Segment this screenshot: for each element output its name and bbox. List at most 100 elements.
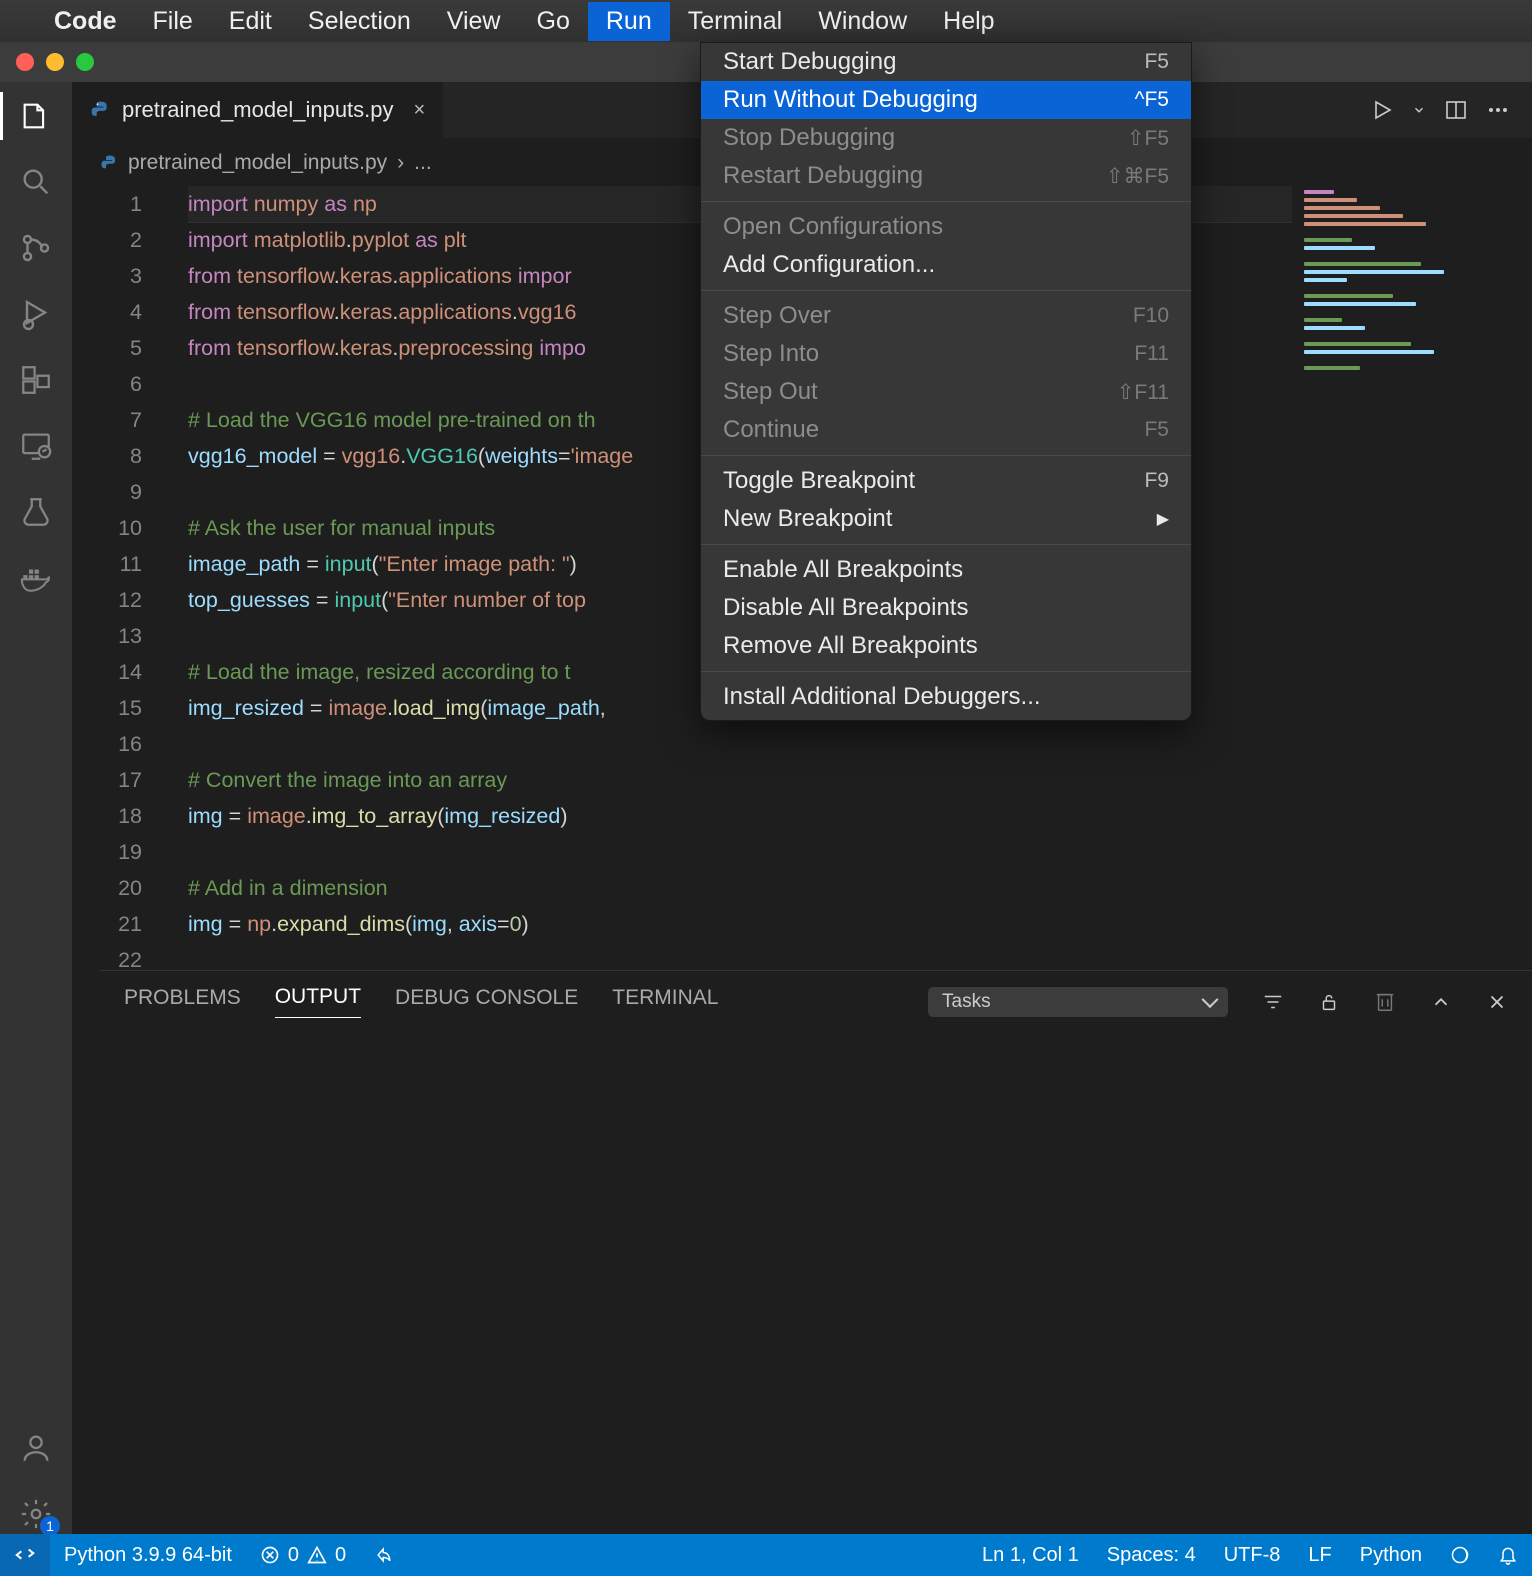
code-line[interactable] [188,726,1292,762]
panel-tab-output[interactable]: OUTPUT [275,985,361,1018]
encoding[interactable]: UTF-8 [1210,1544,1295,1567]
panel-maximize-icon[interactable] [1430,991,1452,1013]
menu-item-shortcut: ⇧F5 [1127,126,1169,151]
menu-item-label: Continue [723,416,819,444]
menu-item-add-configuration[interactable]: Add Configuration... [701,246,1191,284]
menu-item-start-debugging[interactable]: Start Debugging F5 [701,43,1191,81]
error-count: 0 [288,1544,299,1567]
line-number: 15 [100,690,142,726]
code-line[interactable]: img = np.expand_dims(img, axis=0) [188,906,1292,942]
menu-window[interactable]: Window [800,2,925,41]
extensions-icon[interactable] [16,360,56,400]
line-number: 3 [100,258,142,294]
menu-item-disable-all-breakpoints[interactable]: Disable All Breakpoints [701,589,1191,627]
lock-scroll-icon[interactable] [1318,991,1340,1013]
menu-selection[interactable]: Selection [290,2,429,41]
run-menu-dropdown: Start Debugging F5 Run Without Debugging^F… [700,42,1192,721]
minimap[interactable] [1304,186,1514,456]
traffic-minimize-icon[interactable] [46,53,64,71]
line-number: 11 [100,546,142,582]
python-file-icon [100,154,118,172]
menu-item-shortcut: F10 [1133,304,1169,328]
traffic-close-icon[interactable] [16,53,34,71]
menu-item-label: New Breakpoint [723,505,892,533]
code-line[interactable]: img = image.img_to_array(img_resized) [188,798,1292,834]
tab-close-icon[interactable]: × [414,99,426,122]
code-line[interactable]: # Add in a dimension [188,870,1292,906]
menu-item-run-without-debugging[interactable]: Run Without Debugging^F5 [701,81,1191,119]
menu-item-label: Stop Debugging [723,124,895,152]
live-share-icon[interactable] [360,1545,408,1565]
testing-icon[interactable] [16,492,56,532]
output-channel-dropdown[interactable]: Tasks [928,987,1228,1017]
run-debug-icon[interactable] [16,294,56,334]
menu-app[interactable]: Code [36,2,135,41]
panel-tab-debug-console[interactable]: DEBUG CONSOLE [395,986,578,1018]
accounts-icon[interactable] [16,1428,56,1468]
menu-view[interactable]: View [429,2,519,41]
menu-item-shortcut: F5 [1144,50,1169,74]
docker-icon[interactable] [16,558,56,598]
menu-item-shortcut: F5 [1144,418,1169,442]
python-interpreter[interactable]: Python 3.9.9 64-bit [50,1544,246,1567]
mac-menu-bar: Code File Edit Selection View Go Run Ter… [0,0,1532,42]
language-mode[interactable]: Python [1346,1544,1436,1567]
menu-item-new-breakpoint[interactable]: New Breakpoint▶ [701,500,1191,538]
line-number: 6 [100,366,142,402]
menu-terminal[interactable]: Terminal [670,2,800,41]
filter-icon[interactable] [1262,991,1284,1013]
code-line[interactable] [188,834,1292,870]
menu-item-toggle-breakpoint[interactable]: Toggle Breakpoint F9 [701,462,1191,500]
problems-status[interactable]: 0 0 [246,1544,360,1567]
breadcrumb-tail: ... [414,151,432,175]
panel-close-icon[interactable] [1486,991,1508,1013]
panel-tab-problems[interactable]: PROBLEMS [124,986,241,1018]
run-file-dropdown-icon[interactable] [1412,103,1426,117]
line-number: 20 [100,870,142,906]
menu-item-continue: Continue F5 [701,411,1191,449]
menu-item-label: Start Debugging [723,48,896,76]
run-file-icon[interactable] [1370,98,1394,122]
menu-run[interactable]: Run [588,2,670,41]
menu-item-shortcut: ⇧F11 [1117,380,1169,405]
remote-explorer-icon[interactable] [16,426,56,466]
menu-item-label: Step Out [723,378,818,406]
tab-file[interactable]: pretrained_model_inputs.py × [72,82,443,138]
search-icon[interactable] [16,162,56,202]
traffic-zoom-icon[interactable] [76,53,94,71]
menu-file[interactable]: File [135,2,211,41]
menu-help[interactable]: Help [925,2,1012,41]
split-editor-icon[interactable] [1444,98,1468,122]
source-control-icon[interactable] [16,228,56,268]
code-line[interactable]: # Convert the image into an array [188,762,1292,798]
line-number: 16 [100,726,142,762]
remote-indicator[interactable] [0,1534,50,1576]
menu-item-shortcut: ⇧⌘F5 [1106,164,1169,189]
menu-item-remove-all-breakpoints[interactable]: Remove All Breakpoints [701,627,1191,665]
feedback-icon[interactable] [1436,1545,1484,1565]
menu-item-label: Toggle Breakpoint [723,467,915,495]
explorer-icon[interactable] [16,96,56,136]
menu-edit[interactable]: Edit [211,2,290,41]
line-number: 5 [100,330,142,366]
menu-go[interactable]: Go [519,2,588,41]
bottom-panel: PROBLEMS OUTPUT DEBUG CONSOLE TERMINAL T… [100,970,1532,1534]
menu-item-enable-all-breakpoints[interactable]: Enable All Breakpoints [701,551,1191,589]
more-actions-icon[interactable] [1486,98,1510,122]
settings-gear-icon[interactable]: 1 [16,1494,56,1534]
menu-item-step-into: Step IntoF11 [701,335,1191,373]
menu-item-restart-debugging: Restart Debugging⇧⌘F5 [701,157,1191,195]
menu-item-shortcut: F9 [1144,469,1169,493]
menu-item-label: Enable All Breakpoints [723,556,963,584]
menu-item-shortcut: ^F5 [1135,88,1169,112]
panel-tab-terminal[interactable]: TERMINAL [612,986,718,1018]
cursor-position[interactable]: Ln 1, Col 1 [968,1544,1093,1567]
line-number: 18 [100,798,142,834]
eol[interactable]: LF [1294,1544,1345,1567]
notifications-icon[interactable] [1484,1545,1532,1565]
indentation[interactable]: Spaces: 4 [1093,1544,1210,1567]
menu-item-install-additional-debuggers[interactable]: Install Additional Debuggers... [701,678,1191,716]
menu-item-label: Step Into [723,340,819,368]
clear-output-icon[interactable] [1374,991,1396,1013]
line-number: 9 [100,474,142,510]
